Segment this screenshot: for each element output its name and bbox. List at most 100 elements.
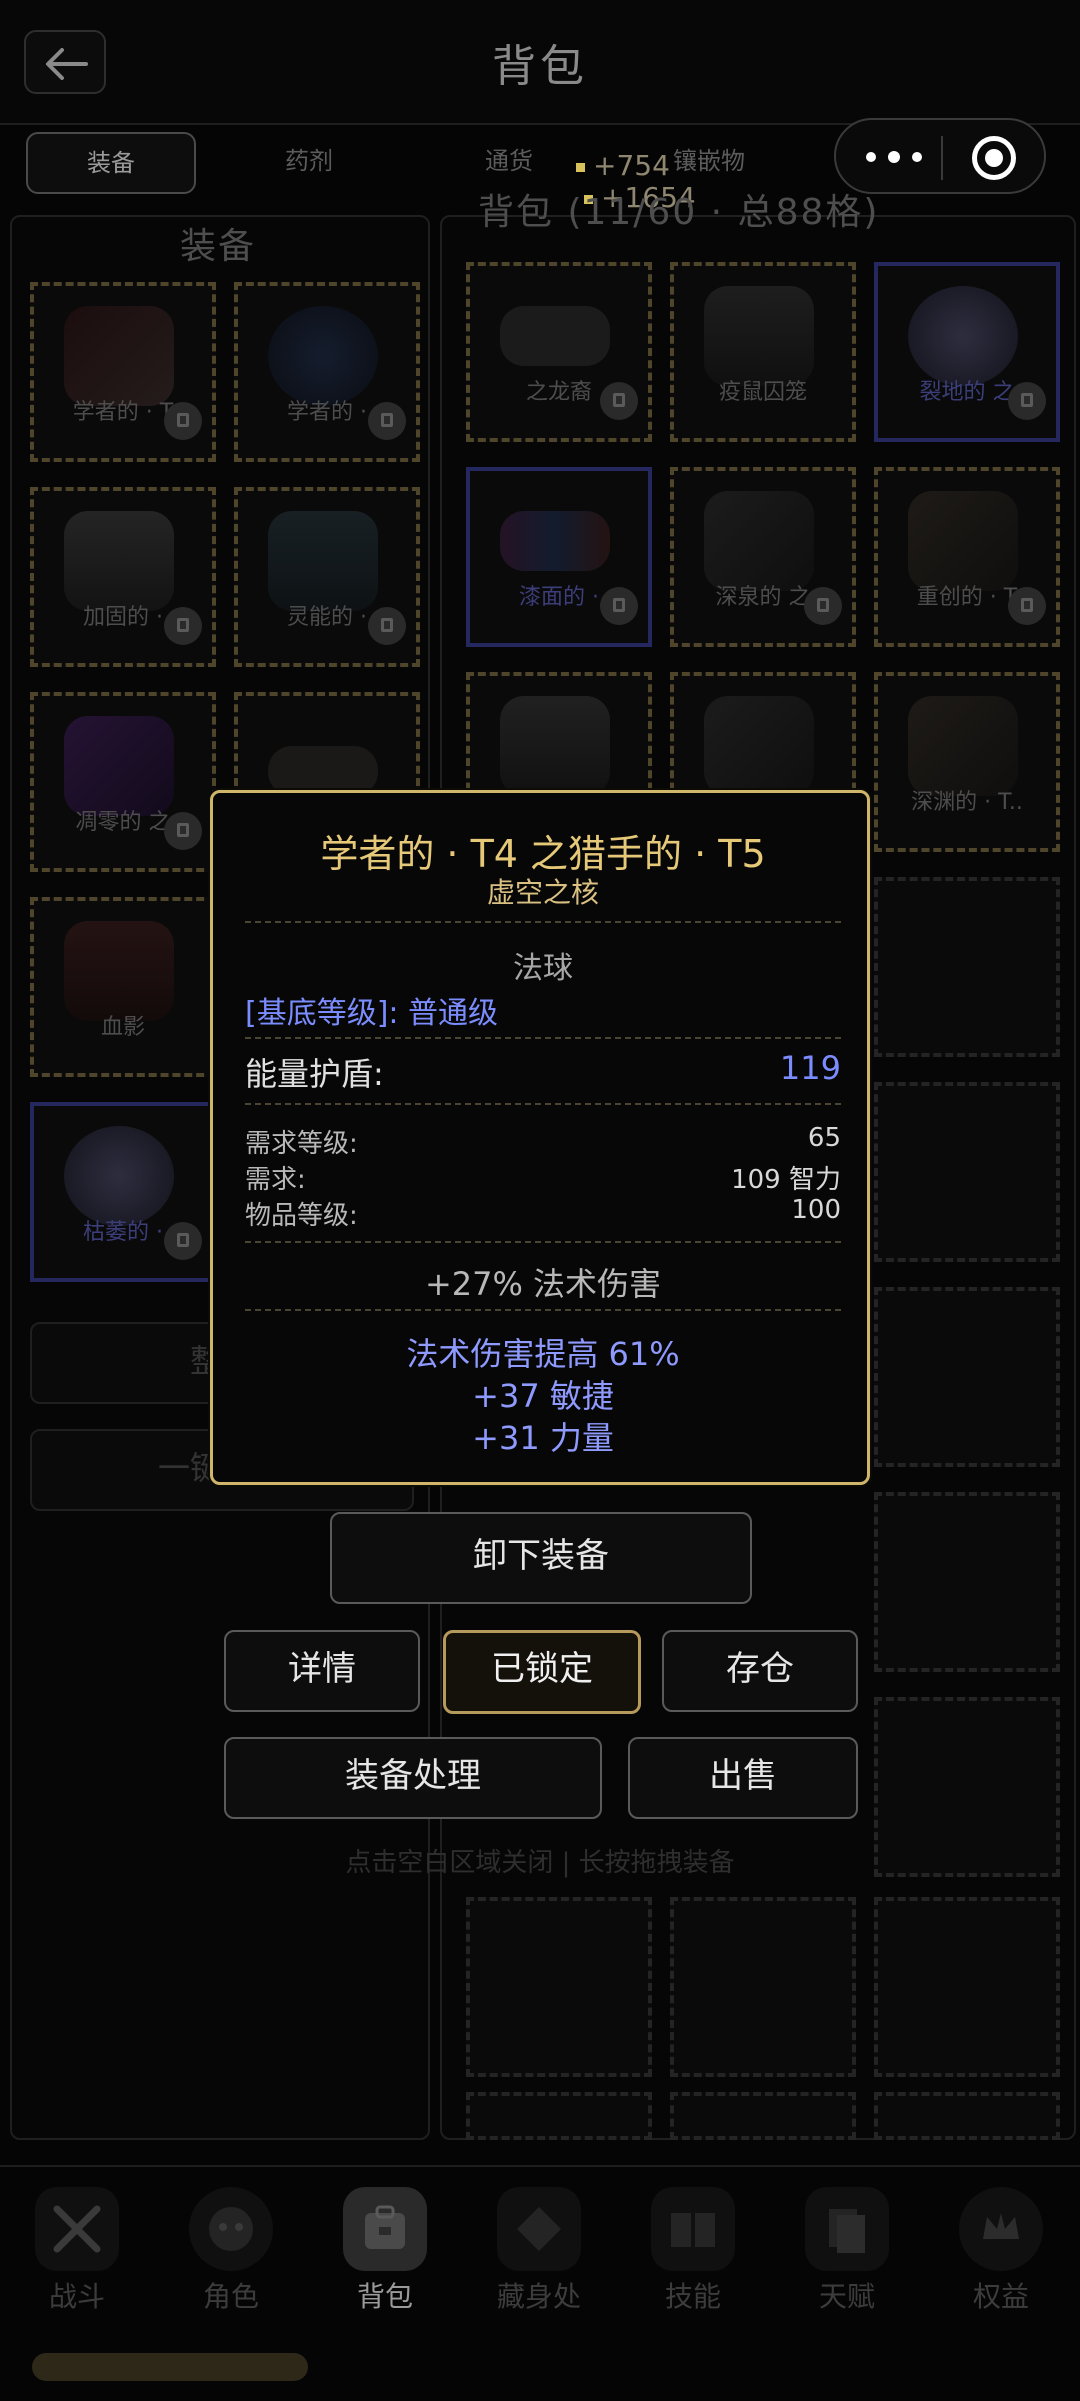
page-title: 背包 [492,41,588,92]
crossed-swords-icon [35,2187,119,2271]
item-class: 法球 [513,951,573,986]
capsule-divider [941,136,943,180]
lock-icon[interactable] [804,587,842,625]
item-tooltip: 学者的 · T4 之猎手的 · T5 虚空之核 法球 [基底等级]: 普通级 能… [210,790,870,1485]
bag-slot[interactable]: 重创的 · T [874,467,1060,647]
bag-slot-empty[interactable] [670,1897,856,2077]
sell-button[interactable]: 出售 [628,1737,858,1819]
mask-icon [189,2187,273,2271]
bag-slot[interactable]: 深泉的 之 [670,467,856,647]
lock-icon[interactable] [164,607,202,645]
equip-slot-body[interactable]: 灵能的 · [234,487,420,667]
equip-slot-gloves[interactable]: 凋零的 之 [30,692,216,872]
energy-shield-value: 119 [779,1049,841,1087]
tab-potions[interactable]: 药剂 [224,132,394,190]
divider [245,1309,841,1311]
locked-button[interactable]: 已锁定 [443,1630,641,1714]
home-indicator [32,2353,308,2381]
bag-slot-empty[interactable] [874,1697,1060,1877]
jeweled-belt-icon [500,511,610,571]
unequip-button[interactable]: 卸下装备 [330,1512,752,1604]
nav-benefits[interactable]: 权益 [946,2179,1056,2319]
nav-battle[interactable]: 战斗 [22,2179,132,2319]
item-name: 学者的 · T4 之猎手的 · T5 [320,832,766,876]
more-options-icon[interactable] [866,142,926,172]
backpack-icon [343,2187,427,2271]
bag-slot-empty[interactable] [874,1492,1060,1672]
divider [245,1103,841,1105]
bag-slot-empty[interactable] [670,2092,856,2140]
bag-slot[interactable]: 裂地的 之 [874,262,1060,442]
bag-slot[interactable]: 疫鼠囚笼 [670,262,856,442]
boots-icon [64,921,174,1021]
bag-slot-empty[interactable] [874,877,1060,1057]
bag-slot-empty[interactable] [466,1897,652,2077]
equip-slot-weapon[interactable]: 学者的 · T [30,282,216,462]
helmet-icon [500,696,610,796]
crown-icon [959,2187,1043,2271]
equip-slot-ring[interactable]: 枯萎的 · [30,1102,216,1282]
equip-slot-offhand[interactable]: 学者的 · [234,282,420,462]
armor-icon [704,286,814,386]
equip-slot-boots[interactable]: 血影 [30,897,216,1077]
nav-talent[interactable]: 天赋 [792,2179,902,2319]
close-miniprogram-icon[interactable] [972,136,1016,180]
bag-slot[interactable]: 漆面的 · [466,467,652,647]
quiver-icon [704,491,814,591]
tab-equipment[interactable]: 装备 [26,132,196,194]
lock-icon[interactable] [368,607,406,645]
robe-icon [268,511,378,611]
helmet-icon [64,511,174,611]
bag-slot[interactable]: 之龙裔 [466,262,652,442]
divider [245,921,841,923]
stash-button[interactable]: 存仓 [662,1630,858,1712]
divider [245,1241,841,1243]
gold-icon [576,162,585,172]
nav-character[interactable]: 角色 [176,2179,286,2319]
requirement-value: 65 [807,1123,841,1153]
explicit-mod: 法术伤害提高 61% [406,1335,680,1373]
hideout-icon [497,2187,581,2271]
bow-icon [908,696,1018,796]
bag-title: 背包 (11/60 · 总88格) [478,192,880,233]
lock-icon[interactable] [164,1222,202,1260]
header-bar: 背包 [0,0,1080,125]
bow-icon [908,491,1018,591]
bag-slot-empty[interactable] [466,2092,652,2140]
lock-icon[interactable] [600,382,638,420]
nav-backpack[interactable]: 背包 [330,2179,440,2319]
implicit-mod: +27% 法术伤害 [424,1265,662,1303]
item-rarity: [基底等级]: 普通级 [245,996,499,1031]
lock-icon[interactable] [368,402,406,440]
gold-gain: +754 [593,149,670,182]
requirement-value: 100 [791,1195,841,1225]
requirement-row: 物品等级: 100 [245,1195,841,1231]
belt-icon [500,306,610,366]
lock-icon[interactable] [164,812,202,850]
explicit-mod: +31 力量 [472,1419,614,1457]
requirement-row: 需求等级: 65 [245,1123,841,1159]
bag-slot[interactable]: 深渊的 · T.. [874,672,1060,852]
lock-icon[interactable] [1008,382,1046,420]
bag-slot-empty[interactable] [874,2092,1060,2140]
nav-hideout[interactable]: 藏身处 [484,2179,594,2319]
ring-icon [908,286,1018,386]
lock-icon[interactable] [600,587,638,625]
quiver-icon [704,696,814,796]
equip-slot-helmet[interactable]: 加固的 · [30,487,216,667]
lock-icon[interactable] [164,402,202,440]
tab-currency[interactable]: 通货 [424,132,594,190]
energy-shield-label: 能量护盾: [245,1055,384,1093]
nav-skills[interactable]: 技能 [638,2179,748,2319]
item-process-button[interactable]: 装备处理 [224,1737,602,1819]
requirement-label: 需求等级: [245,1129,358,1159]
details-button[interactable]: 详情 [224,1630,420,1712]
bag-slot-empty[interactable] [874,1287,1060,1467]
ring-icon [64,1126,174,1226]
bag-slot-empty[interactable] [874,1082,1060,1262]
bag-slot-empty[interactable] [874,1897,1060,2077]
lock-icon[interactable] [1008,587,1046,625]
book-icon [651,2187,735,2271]
belt-icon [268,746,378,796]
gloves-icon [64,716,174,816]
